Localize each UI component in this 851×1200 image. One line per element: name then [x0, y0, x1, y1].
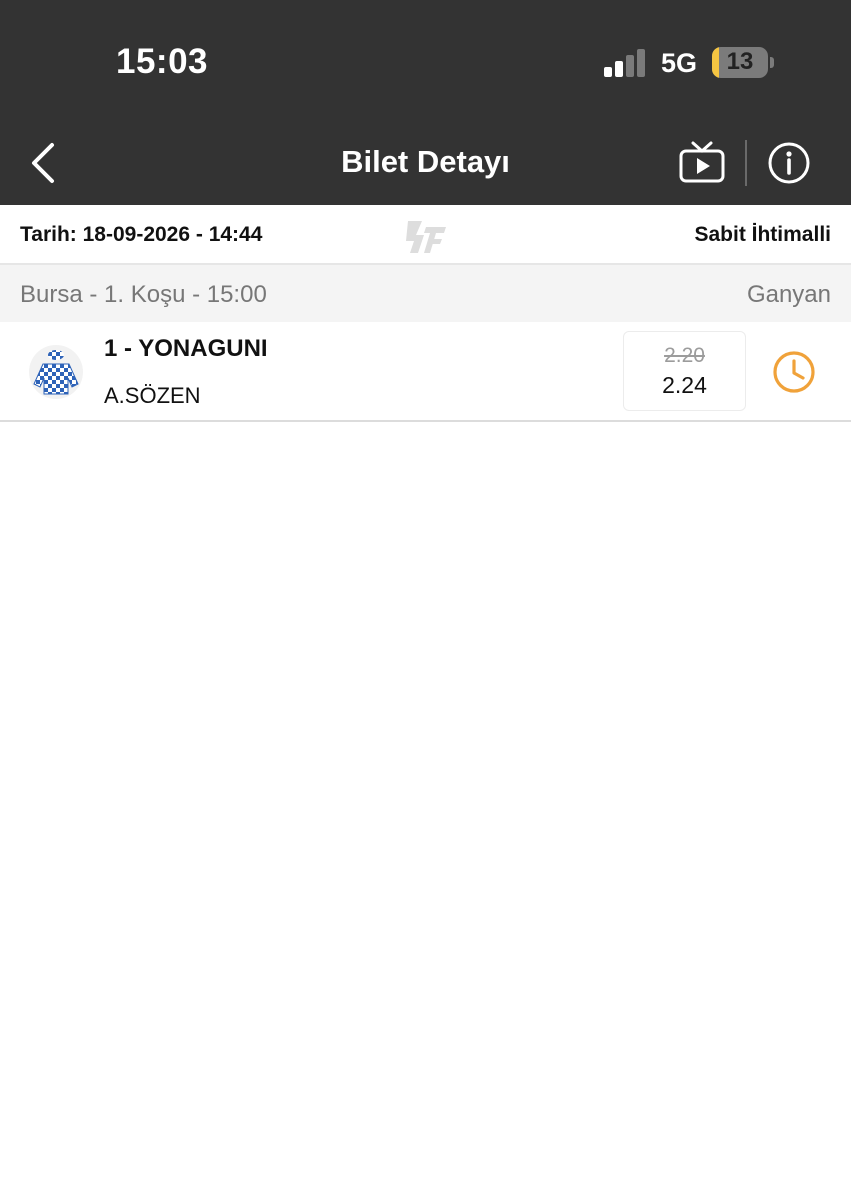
- odds-new: 2.24: [662, 372, 707, 398]
- ticket-info-bar: Tarih: 18-09-2026 - 14:44 Sabit İhtimall…: [0, 205, 851, 265]
- ticket-type: Sabit İhtimalli: [694, 223, 831, 246]
- nav-divider: [745, 140, 747, 186]
- battery-level: 13: [726, 48, 754, 75]
- app-header: 15:03 5G 13 Bilet Detayı: [0, 0, 851, 205]
- bet-type: Ganyan: [746, 281, 831, 308]
- horse-name: 1 - YONAGUNI: [104, 335, 268, 362]
- odds-box[interactable]: 2.20 2.24: [623, 331, 746, 411]
- status-time: 15:03: [116, 42, 209, 81]
- jockey-silks-icon: [29, 345, 83, 399]
- info-circle-icon: [768, 142, 810, 184]
- jockey-name: A.SÖZEN: [104, 383, 201, 408]
- race-title: Bursa - 1. Koşu - 15:00: [20, 281, 267, 308]
- live-tv-button[interactable]: [675, 140, 729, 186]
- race-header: Bursa - 1. Koşu - 15:00 Ganyan: [0, 265, 851, 322]
- info-button[interactable]: [766, 140, 812, 186]
- signal-icon: [604, 47, 648, 77]
- network-type: 5G: [661, 48, 698, 78]
- tv-play-icon: [679, 141, 725, 183]
- ticket-date: Tarih: 18-09-2026 - 14:44: [20, 223, 263, 246]
- selection-row: 1 - YONAGUNI A.SÖZEN 2.20 2.24: [0, 322, 851, 422]
- odds-old: 2.20: [664, 344, 705, 367]
- clock-icon[interactable]: [771, 349, 817, 395]
- battery-icon: 13: [712, 47, 768, 78]
- battery-cap: [770, 57, 774, 68]
- logo-watermark-icon: [406, 221, 446, 253]
